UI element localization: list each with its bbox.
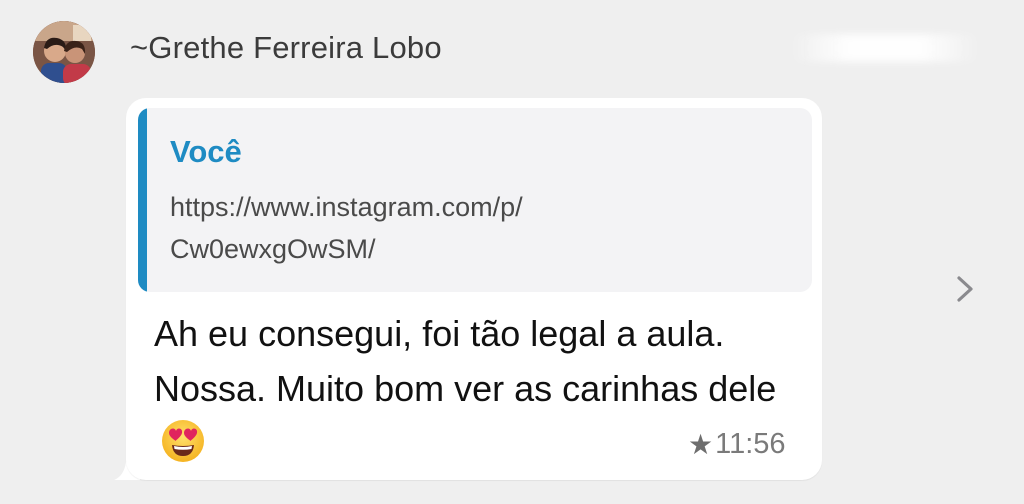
sender-name[interactable]: ~Grethe Ferreira Lobo <box>130 30 442 66</box>
quoted-author: Você <box>170 134 242 169</box>
avatar-photo <box>33 21 95 83</box>
avatar[interactable] <box>33 21 95 83</box>
message-meta: ★ 11:56 <box>688 428 786 461</box>
heart-eyes-emoji-icon <box>160 418 206 479</box>
quoted-message[interactable]: Você https://www.instagram.com/p/ Cw0ewx… <box>138 108 812 292</box>
quoted-text: https://www.instagram.com/p/ Cw0ewxgOwSM… <box>170 192 523 264</box>
message-text: Ah eu consegui, foi tão legal a aula. No… <box>154 313 777 409</box>
quote-accent-bar <box>138 108 147 292</box>
star-icon: ★ <box>688 429 714 460</box>
chevron-right-icon[interactable] <box>952 274 978 304</box>
message-time: 11:56 <box>715 428 786 460</box>
sender-phone-blurred <box>790 34 980 62</box>
